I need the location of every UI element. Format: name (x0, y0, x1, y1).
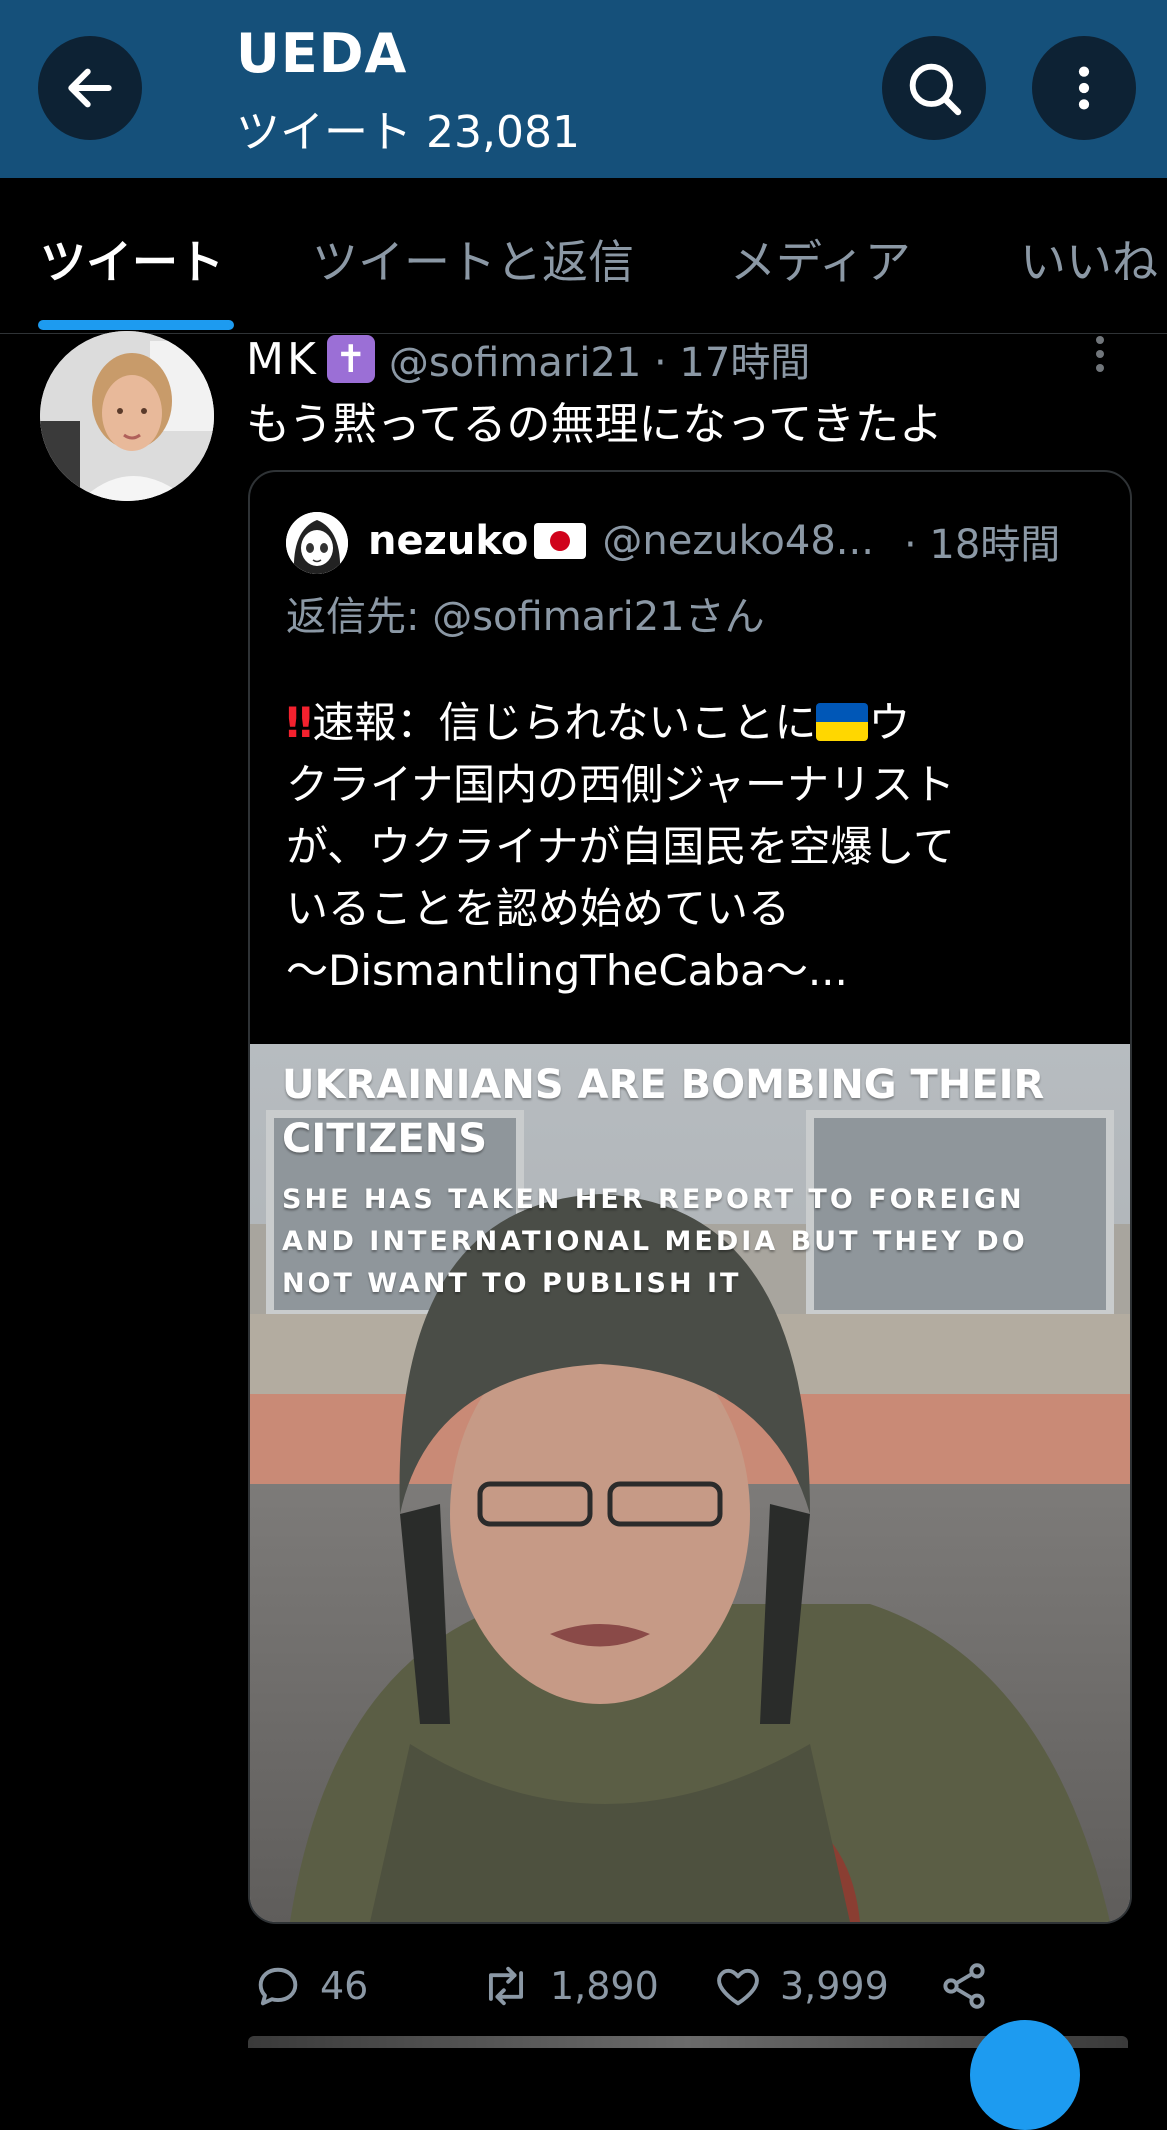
quote-author-name: nezuko (368, 518, 529, 564)
media-caption-2: CITIZENS (282, 1116, 488, 1162)
tweet-action-bar: 46 1,890 3,999 (0, 1950, 1167, 2030)
profile-header: UEDA ツイート 23,081 (0, 0, 1167, 178)
share-icon (943, 1963, 985, 2009)
reply-count: 46 (320, 1964, 369, 2008)
quote-body-line-1: ‼速報：信じられないことにウ (286, 698, 911, 747)
media-caption-5: NOT WANT TO PUBLISH IT (282, 1268, 742, 1299)
profile-name: UEDA (236, 22, 408, 85)
quote-body-line-3: が、ウクライナが自国民を空爆して (286, 822, 956, 871)
tweet-text: もう黙ってるの無理になってきたよ (246, 399, 943, 450)
active-tab-indicator (38, 320, 234, 330)
quote-author-handle: @nezuko48... (602, 518, 874, 564)
tab-tweets[interactable]: ツイート (40, 226, 224, 292)
more-vertical-icon (1096, 336, 1104, 372)
quote-reply-to: 返信先: @sofimari21さん (286, 594, 765, 640)
avatar-photo (40, 331, 214, 501)
double-exclamation-icon: ‼ (286, 698, 313, 747)
tweet-author-line: MK ✝ @sofimari21 · 17時間 (246, 330, 810, 388)
media-caption-1: UKRAINIANS ARE BOMBING THEIR (282, 1062, 1045, 1108)
quote-body-line-5: 〜DismantlingTheCaba〜... (286, 946, 848, 995)
ukraine-flag-icon (816, 703, 869, 741)
quote-body-line-4: いることを認め始めている (286, 884, 791, 933)
author-name[interactable]: MK (246, 334, 319, 385)
quote-author-line: nezuko @nezuko48... · 18時間 (368, 512, 1060, 570)
retweet-count: 1,890 (550, 1964, 659, 2008)
tweet-more-button[interactable] (1090, 334, 1110, 374)
quoted-tweet-card[interactable]: nezuko @nezuko48... · 18時間 返信先: @sofimar… (248, 470, 1132, 1924)
anime-avatar-image (286, 512, 348, 574)
arrow-left-icon (68, 68, 112, 108)
tweet-count: ツイート 23,081 (236, 107, 580, 158)
author-handle-time[interactable]: @sofimari21 · 17時間 (389, 330, 810, 388)
search-button[interactable] (882, 36, 986, 140)
media-caption-3: SHE HAS TAKEN HER REPORT TO FOREIGN (282, 1184, 1025, 1215)
quote-author-avatar (286, 512, 348, 574)
reply-icon (258, 1967, 298, 2006)
reply-button[interactable]: 46 (252, 1960, 368, 2012)
quote-body-line-2: クライナ国内の西側ジャーナリスト (286, 760, 956, 809)
like-button[interactable]: 3,999 (712, 1960, 889, 2012)
author-avatar[interactable] (40, 331, 214, 501)
retweet-icon (488, 1966, 524, 2006)
quote-body: ‼速報：信じられないことにウ クライナ国内の西側ジャーナリスト が、ウクライナが… (286, 692, 1106, 1002)
more-vertical-icon (1078, 66, 1090, 110)
tab-likes[interactable]: いいね (1020, 226, 1158, 292)
quote-media-image[interactable]: UKRAINIANS ARE BOMBING THEIR CITIZENS SH… (250, 1044, 1130, 1922)
heart-icon (717, 1968, 759, 2006)
media-caption-4: AND INTERNATIONAL MEDIA BUT THEY DO (282, 1226, 1028, 1257)
tab-media[interactable]: メディア (730, 226, 911, 292)
search-icon (909, 63, 962, 116)
quote-time: · 18時間 (903, 522, 1061, 568)
japan-flag-icon (534, 523, 587, 559)
tab-tweets-and-replies[interactable]: ツイートと返信 (312, 226, 634, 292)
video-frame-illustration (250, 1044, 1130, 1922)
profile-tabs: ツイート ツイートと返信 メディア いいね (0, 178, 1167, 334)
back-button[interactable] (38, 36, 142, 140)
cross-emoji-icon: ✝ (326, 335, 375, 383)
compose-tweet-button[interactable] (970, 2020, 1080, 2130)
retweet-button[interactable]: 1,890 (478, 1960, 659, 2012)
more-options-button[interactable] (1032, 36, 1136, 140)
share-button[interactable] (938, 1960, 990, 2012)
like-count: 3,999 (780, 1964, 889, 2008)
